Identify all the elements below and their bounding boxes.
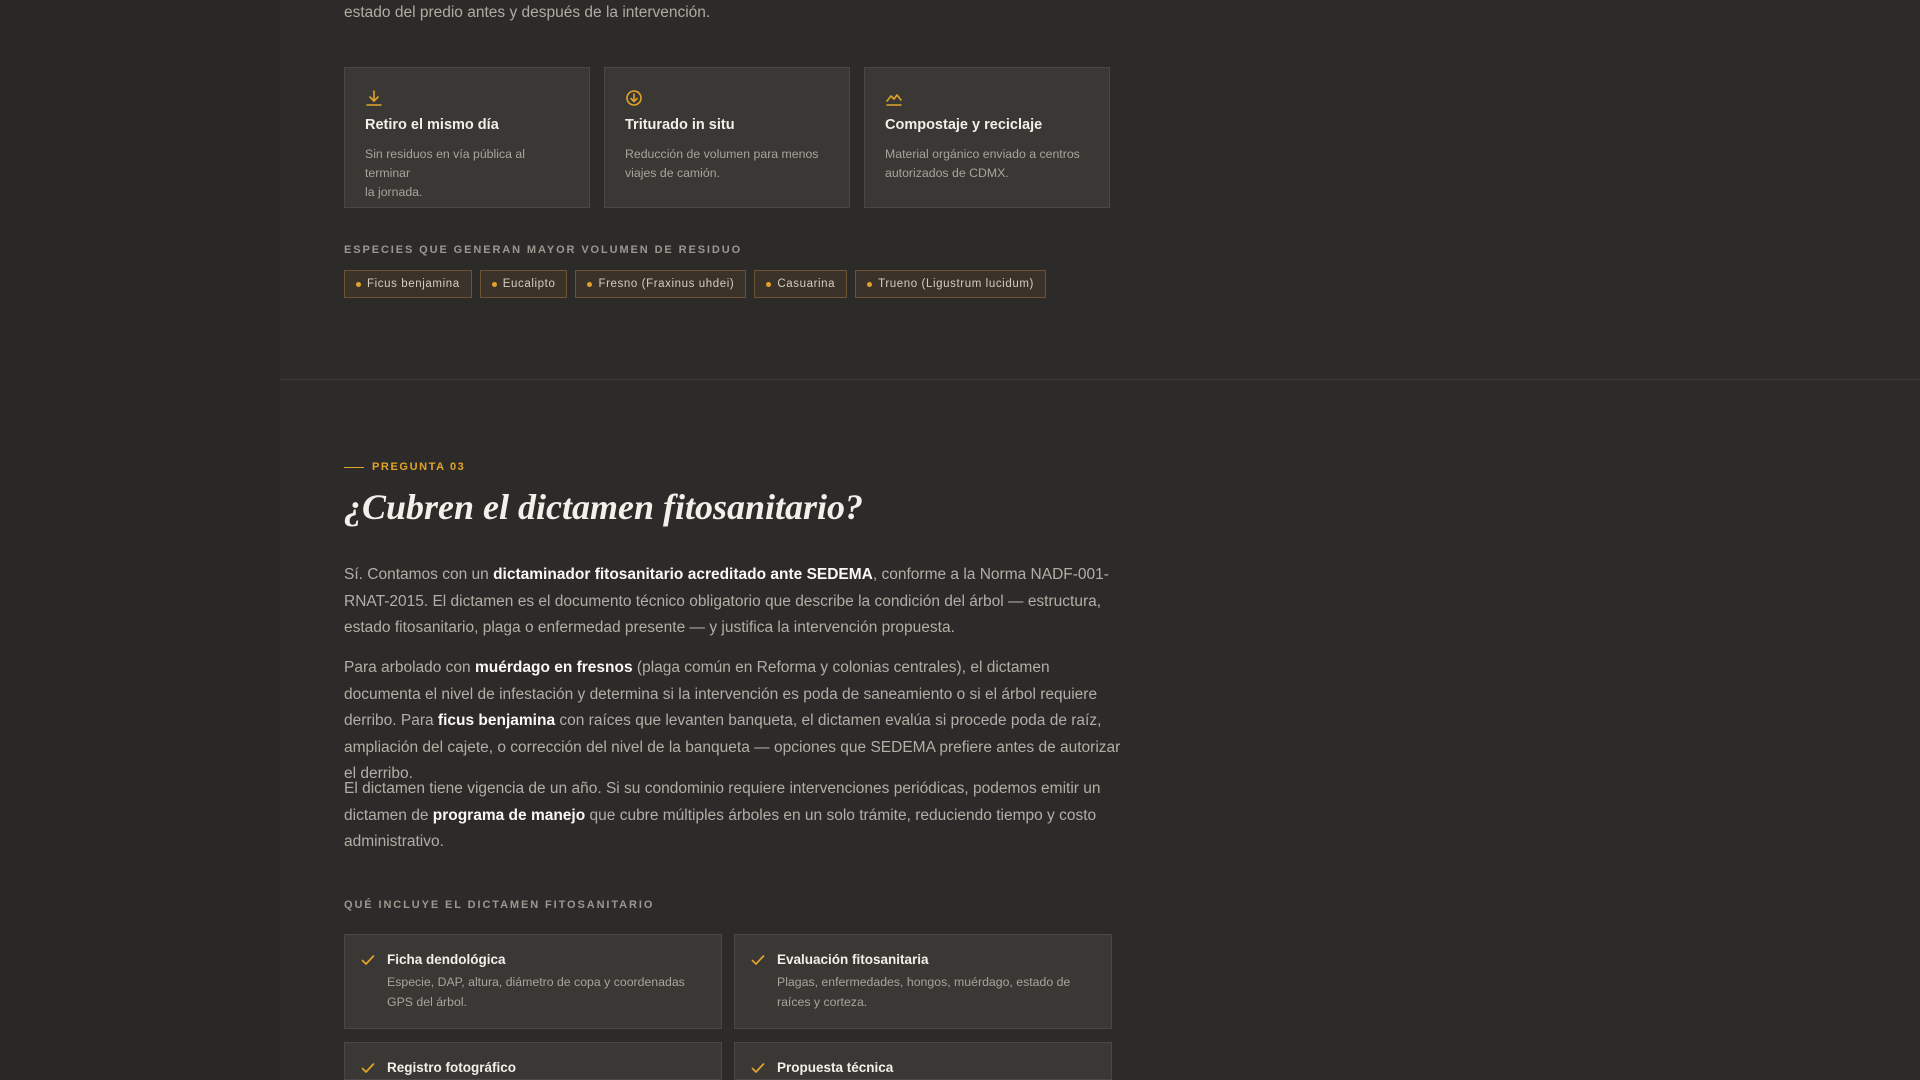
question-title: ¿Cubren el dictamen fitosanitario? [344, 487, 864, 527]
species-tag-list: Ficus benjamina Eucalipto Fresno (Fraxin… [344, 270, 1046, 298]
arrow-down-circle-icon [626, 90, 642, 106]
dot-icon [587, 281, 593, 287]
includes-section-label: QUÉ INCLUYE EL DICTAMEN FITOSANITARIO [344, 899, 655, 911]
include-card-registro: Registro fotográfico [344, 1042, 722, 1080]
check-icon [751, 955, 765, 965]
dot-icon [491, 281, 497, 287]
species-tag: Casuarina [754, 270, 848, 298]
answer-paragraph-2: Para arbolado con muérdago en fresnos (p… [344, 659, 1121, 782]
feature-desc: Material orgánico enviado a centros autor… [885, 147, 1080, 180]
species-tag: Fresno (Fraxinus uhdei) [575, 270, 747, 298]
species-tag: Ficus benjamina [344, 270, 472, 298]
answer-paragraph-3: El dictamen tiene vigencia de un año. Si… [344, 780, 1101, 850]
eyebrow-line [344, 466, 364, 468]
include-card-evaluacion: Evaluación fitosanitaria Plagas, enferme… [734, 934, 1112, 1029]
include-card-ficha: Ficha dendológica Especie, DAP, altura, … [344, 934, 722, 1029]
species-tag: Trueno (Ligustrum lucidum) [855, 270, 1046, 298]
trend-chart-icon [886, 94, 902, 106]
feature-title: Triturado in situ [625, 117, 735, 133]
check-icon [361, 1063, 375, 1073]
feature-card-compostaje: Compostaje y reciclaje Material orgánico… [864, 67, 1110, 208]
species-section-label: ESPECIES QUE GENERAN MAYOR VOLUMEN DE RE… [344, 244, 743, 256]
answer-paragraph-1: Sí. Contamos con un dictaminador fitosan… [344, 566, 1109, 636]
species-tag: Eucalipto [479, 270, 568, 298]
intro-text-tail: estado del predio antes y después de la … [344, 4, 711, 21]
check-icon [751, 1063, 765, 1073]
feature-desc: Sin residuos en vía pública al terminar l… [365, 147, 525, 199]
feature-desc: Reducción de volumen para menos viajes de… [625, 147, 819, 180]
section-divider [280, 379, 1920, 380]
dot-icon [356, 281, 361, 287]
dot-icon [766, 281, 772, 287]
feature-title: Compostaje y reciclaje [885, 117, 1043, 133]
feature-card-triturado: Triturado in situ Reducción de volumen p… [604, 67, 850, 208]
left-margin [0, 0, 280, 1080]
question-eyebrow: PREGUNTA 03 [344, 461, 465, 473]
feature-card-retiro: Retiro el mismo día Sin residuos en vía … [344, 67, 590, 208]
check-icon [361, 955, 375, 965]
feature-title: Retiro el mismo día [365, 117, 499, 133]
include-card-propuesta: Propuesta técnica [734, 1042, 1112, 1080]
download-icon [366, 90, 382, 106]
dot-icon [867, 281, 873, 287]
